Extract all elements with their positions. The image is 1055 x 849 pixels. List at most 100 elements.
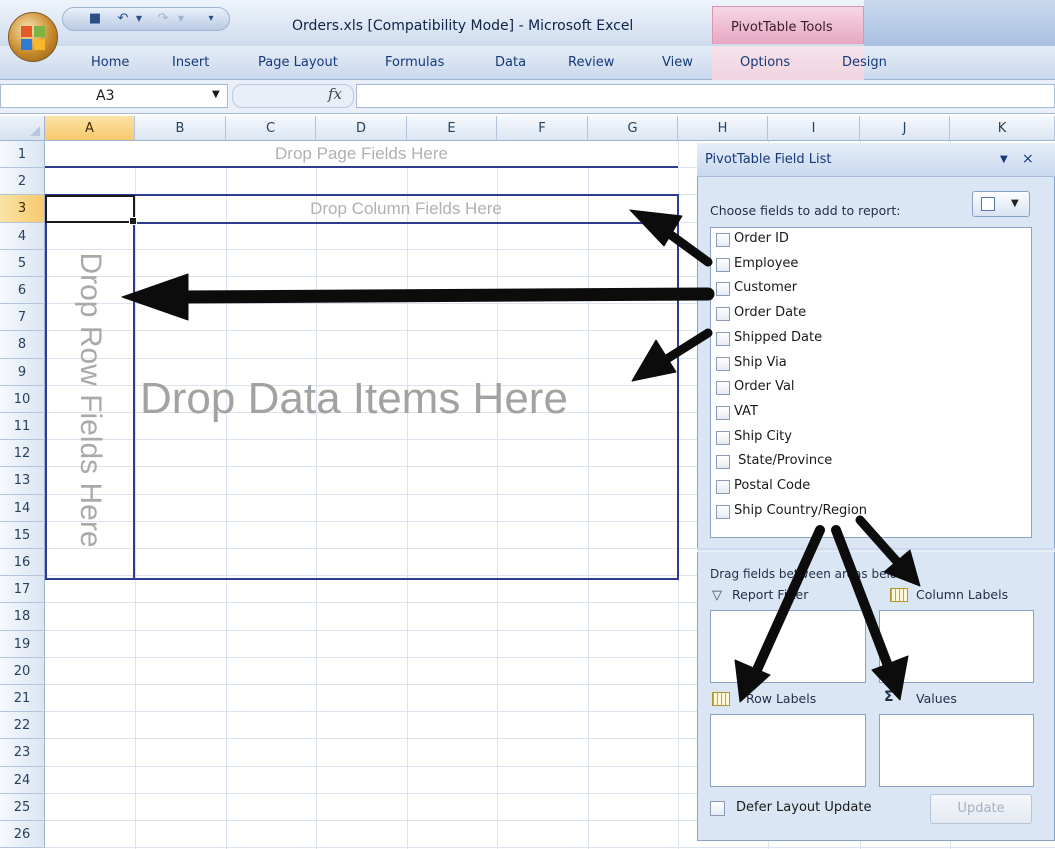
close-icon[interactable]: × <box>1022 151 1034 167</box>
tab-data[interactable]: Data <box>495 55 526 70</box>
tab-insert[interactable]: Insert <box>172 55 209 70</box>
row-header-2[interactable]: 2 <box>0 168 45 195</box>
row-labels-area[interactable] <box>710 714 866 787</box>
pivottable-tools-group: PivotTable Tools <box>712 6 864 44</box>
undo-icon[interactable]: ↶ <box>115 12 131 26</box>
row-header-23[interactable]: 23 <box>0 739 45 767</box>
window-title: Orders.xls [Compatibility Mode] - Micros… <box>292 18 634 34</box>
field-checkbox[interactable] <box>716 332 730 346</box>
row-header-26[interactable]: 26 <box>0 821 45 848</box>
column-header-d[interactable]: D <box>316 116 407 141</box>
undo-dropdown-icon[interactable]: ▼ <box>131 12 147 26</box>
column-header-h[interactable]: H <box>678 116 768 141</box>
row-header-22[interactable]: 22 <box>0 712 45 739</box>
row-header-14[interactable]: 14 <box>0 495 45 522</box>
field-item[interactable]: Ship City <box>716 428 1016 448</box>
row-fields-drop-zone-label[interactable]: Drop Row Fields Here <box>73 252 107 547</box>
field-item[interactable]: State/Province <box>716 452 1016 472</box>
field-item[interactable]: Postal Code <box>716 477 1016 497</box>
field-item[interactable]: Customer <box>716 279 1016 299</box>
column-header-b[interactable]: B <box>135 116 226 141</box>
column-header-a[interactable]: A <box>45 116 135 141</box>
field-item[interactable]: Employee <box>716 255 1016 275</box>
column-header-k[interactable]: K <box>950 116 1055 141</box>
row-header-3[interactable]: 3 <box>0 195 45 223</box>
field-checkbox[interactable] <box>716 431 730 445</box>
customize-toolbar-icon[interactable]: ▾ <box>203 12 219 26</box>
row-header-8[interactable]: 8 <box>0 331 45 359</box>
row-header-16[interactable]: 16 <box>0 549 45 576</box>
row-header-17[interactable]: 17 <box>0 576 45 603</box>
field-checkbox[interactable] <box>716 505 730 519</box>
values-area[interactable] <box>879 714 1034 787</box>
row-header-19[interactable]: 19 <box>0 631 45 658</box>
field-checkbox[interactable] <box>716 381 730 395</box>
row-header-6[interactable]: 6 <box>0 277 45 304</box>
update-button[interactable]: Update <box>930 794 1032 824</box>
row-header-10[interactable]: 10 <box>0 386 45 413</box>
column-labels-area[interactable] <box>879 610 1034 683</box>
row-header-15[interactable]: 15 <box>0 522 45 549</box>
formula-input[interactable] <box>356 84 1055 108</box>
pane-splitter[interactable] <box>697 548 1055 552</box>
field-checkbox[interactable] <box>716 307 730 321</box>
column-header-g[interactable]: G <box>588 116 678 141</box>
redo-dropdown-icon[interactable]: ▼ <box>173 12 189 26</box>
insert-function-icon[interactable]: fx <box>328 85 342 103</box>
column-header-j[interactable]: J <box>860 116 950 141</box>
column-header-c[interactable]: C <box>226 116 316 141</box>
column-fields-drop-zone[interactable]: Drop Column Fields Here <box>135 196 677 224</box>
field-item[interactable]: Order Date <box>716 304 1016 324</box>
field-item[interactable]: Order ID <box>716 230 1016 250</box>
name-box-dropdown-icon[interactable]: ▼ <box>212 89 220 100</box>
column-header-e[interactable]: E <box>407 116 497 141</box>
field-checkbox[interactable] <box>716 480 730 494</box>
field-label: Ship Via <box>734 355 787 370</box>
tab-review[interactable]: Review <box>568 55 614 70</box>
report-filter-area[interactable] <box>710 610 866 683</box>
field-checkbox[interactable] <box>716 455 730 469</box>
row-header-21[interactable]: 21 <box>0 685 45 712</box>
tab-view[interactable]: View <box>662 55 693 70</box>
gridline-horizontal <box>45 847 1055 848</box>
column-header-i[interactable]: I <box>768 116 860 141</box>
redo-icon[interactable]: ↷ <box>155 12 171 26</box>
row-header-20[interactable]: 20 <box>0 658 45 685</box>
row-header-9[interactable]: 9 <box>0 359 45 386</box>
field-checkbox[interactable] <box>716 282 730 296</box>
tab-formulas[interactable]: Formulas <box>385 55 444 70</box>
tab-design[interactable]: Design <box>842 55 887 70</box>
row-header-13[interactable]: 13 <box>0 467 45 495</box>
row-header-7[interactable]: 7 <box>0 304 45 331</box>
field-checkbox[interactable] <box>716 357 730 371</box>
pane-options-dropdown-icon[interactable]: ▼ <box>1000 154 1008 165</box>
row-header-4[interactable]: 4 <box>0 223 45 250</box>
field-list-layout-button[interactable]: ▼ <box>972 191 1030 217</box>
row-header-25[interactable]: 25 <box>0 794 45 821</box>
field-checkbox[interactable] <box>716 406 730 420</box>
defer-layout-checkbox[interactable] <box>710 801 725 816</box>
row-header-18[interactable]: 18 <box>0 603 45 631</box>
row-header-5[interactable]: 5 <box>0 250 45 277</box>
tab-page-layout[interactable]: Page Layout <box>258 55 338 70</box>
row-header-1[interactable]: 1 <box>0 141 45 168</box>
save-icon[interactable]: ■ <box>87 12 103 26</box>
row-header-11[interactable]: 11 <box>0 413 45 440</box>
field-item[interactable]: Shipped Date <box>716 329 1016 349</box>
column-header-f[interactable]: F <box>497 116 588 141</box>
data-items-drop-zone-label[interactable]: Drop Data Items Here <box>140 374 680 424</box>
field-item[interactable]: VAT <box>716 403 1016 423</box>
active-cell-a3[interactable] <box>45 195 137 225</box>
tab-home[interactable]: Home <box>91 55 129 70</box>
field-item[interactable]: Ship Via <box>716 354 1016 374</box>
row-header-12[interactable]: 12 <box>0 440 45 467</box>
office-button[interactable] <box>8 12 58 62</box>
field-item[interactable]: Ship Country/Region <box>716 502 1016 522</box>
field-checkbox[interactable] <box>716 233 730 247</box>
select-all-corner[interactable] <box>0 116 45 141</box>
row-header-24[interactable]: 24 <box>0 767 45 794</box>
field-checkbox[interactable] <box>716 258 730 272</box>
tab-options[interactable]: Options <box>740 55 790 70</box>
page-fields-drop-zone[interactable]: Drop Page Fields Here <box>45 141 678 168</box>
field-item[interactable]: Order Val <box>716 378 1016 398</box>
